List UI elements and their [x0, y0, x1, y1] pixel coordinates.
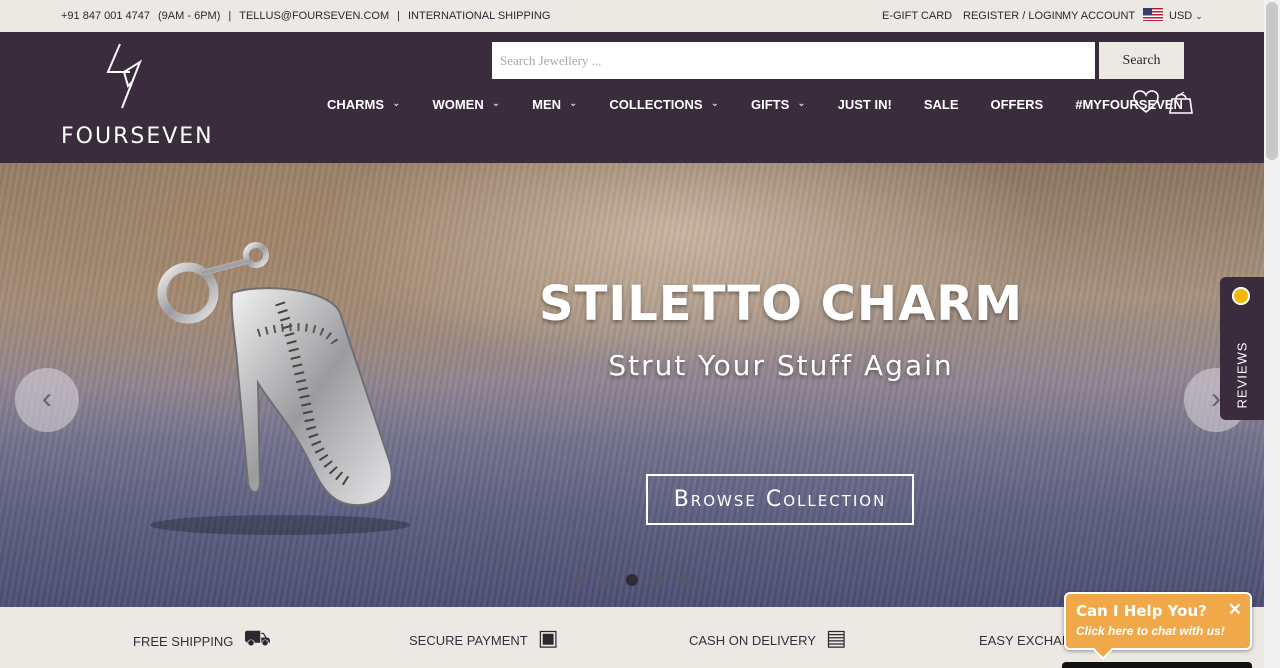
nav-label: OFFERS	[990, 97, 1044, 112]
main-navigation: CHARMS ⌄ WOMEN ⌄ MEN ⌄ COLLECTIONS ⌄ GIF…	[327, 97, 1215, 112]
carousel-dot[interactable]	[678, 574, 690, 586]
nav-item-women[interactable]: WOMEN ⌄	[432, 97, 500, 112]
feature-secure-payment: SECURE PAYMENT ▣	[409, 625, 559, 653]
chevron-left-icon: ‹	[42, 382, 52, 415]
chat-widget[interactable]: Can I Help You? Click here to chat with …	[1064, 592, 1252, 660]
nav-item-charms[interactable]: CHARMS ⌄	[327, 97, 400, 112]
nav-label: CHARMS	[327, 97, 385, 112]
carousel-prev-arrow[interactable]: ‹	[15, 368, 79, 432]
chevron-down-icon: ⌄	[1195, 11, 1203, 21]
chevron-down-icon: ⌄	[710, 98, 719, 109]
hero-banner[interactable]: STILETTO CHARM Strut Your Stuff Again Br…	[0, 163, 1264, 607]
currency-selector[interactable]: USD ⌄	[1169, 10, 1203, 22]
nav-label: SALE	[923, 97, 959, 112]
feature-label: SECURE PAYMENT	[409, 632, 528, 648]
nav-item-men[interactable]: MEN ⌄	[532, 97, 577, 112]
nav-label: MEN	[532, 97, 562, 112]
phone-number[interactable]: +91 847 001 4747	[61, 10, 150, 22]
search-button[interactable]: Search	[1099, 42, 1184, 79]
nav-item-collections[interactable]: COLLECTIONS ⌄	[609, 97, 719, 112]
chevron-down-icon: ⌄	[797, 98, 806, 109]
shopping-bag-icon[interactable]	[1168, 90, 1194, 114]
stiletto-charm-image	[150, 242, 410, 535]
currency-label: USD	[1169, 10, 1193, 22]
carousel-dot[interactable]	[574, 574, 586, 586]
nav-item-offers[interactable]: OFFERS	[990, 97, 1043, 112]
separator: |	[397, 10, 400, 22]
scrollbar-thumb[interactable]	[1266, 2, 1278, 160]
us-flag-icon	[1143, 8, 1163, 21]
hero-subtitle: Strut Your Stuff Again	[608, 349, 954, 382]
nav-item-gifts[interactable]: GIFTS ⌄	[751, 97, 806, 112]
chevron-down-icon: ⌄	[491, 98, 501, 109]
nav-label: WOMEN	[432, 97, 484, 112]
close-icon[interactable]: ✕	[1228, 600, 1242, 620]
nav-item-sale[interactable]: SALE	[924, 97, 959, 112]
chat-title: Can I Help You?	[1076, 602, 1207, 620]
wallet-icon: ▣	[537, 625, 559, 650]
register-login-link[interactable]: REGISTER / LOGIN	[963, 10, 1063, 22]
truck-icon: ⛟	[243, 625, 272, 650]
cash-icon: ▤	[825, 625, 847, 650]
contact-info: +91 847 001 4747 (9AM - 6PM) | TELLUS@FO…	[61, 10, 550, 22]
separator: |	[228, 10, 232, 22]
nav-item-myfourseven[interactable]: #MYFOURSEVEN	[1075, 97, 1183, 112]
feature-cash-on-delivery: CASH ON DELIVERY ▤	[689, 625, 847, 653]
feature-label: FREE SHIPPING	[133, 634, 234, 649]
fourseven-logo-icon[interactable]	[104, 42, 144, 112]
heart-icon[interactable]	[1133, 90, 1159, 114]
reviews-label: REVIEWS	[1234, 341, 1250, 409]
feature-label: CASH ON DELIVERY	[689, 632, 816, 648]
reviews-tab[interactable]: REVIEWS	[1220, 277, 1264, 420]
top-bar: +91 847 001 4747 (9AM - 6PM) | TELLUS@FO…	[0, 0, 1264, 32]
nav-label: COLLECTIONS	[609, 97, 703, 112]
chat-subtitle: Click here to chat with us!	[1076, 624, 1225, 638]
review-badge-icon	[1232, 287, 1250, 305]
nav-label: GIFTS	[750, 97, 790, 112]
carousel-dot[interactable]	[652, 574, 664, 586]
main-header: FOURSEVEN Search CHARMS ⌄ WOMEN ⌄ MEN ⌄ …	[0, 32, 1264, 163]
carousel-dot-active[interactable]	[626, 574, 638, 586]
international-shipping-link[interactable]: INTERNATIONAL SHIPPING	[408, 10, 550, 22]
business-hours: (9AM - 6PM)	[158, 10, 221, 22]
chat-launcher-bar[interactable]	[1062, 662, 1252, 668]
logo-text[interactable]: FOURSEVEN	[61, 124, 214, 149]
nav-item-just-in[interactable]: JUST IN!	[838, 97, 892, 112]
chevron-down-icon: ⌄	[569, 98, 578, 109]
my-account-link[interactable]: MY ACCOUNT	[1062, 10, 1135, 22]
email-link[interactable]: TELLUS@FOURSEVEN.COM	[239, 10, 389, 22]
browse-collection-button[interactable]: Browse Collection	[646, 474, 914, 525]
chevron-down-icon: ⌄	[392, 98, 401, 109]
nav-label: #MYFOURSEVEN	[1075, 97, 1183, 112]
carousel-dots	[574, 574, 690, 586]
nav-label: JUST IN!	[837, 97, 892, 112]
carousel-dot[interactable]	[600, 574, 612, 586]
egift-card-link[interactable]: E-GIFT CARD	[882, 10, 952, 22]
search-input[interactable]	[492, 42, 1095, 79]
feature-free-shipping: FREE SHIPPING ⛟	[133, 625, 272, 656]
